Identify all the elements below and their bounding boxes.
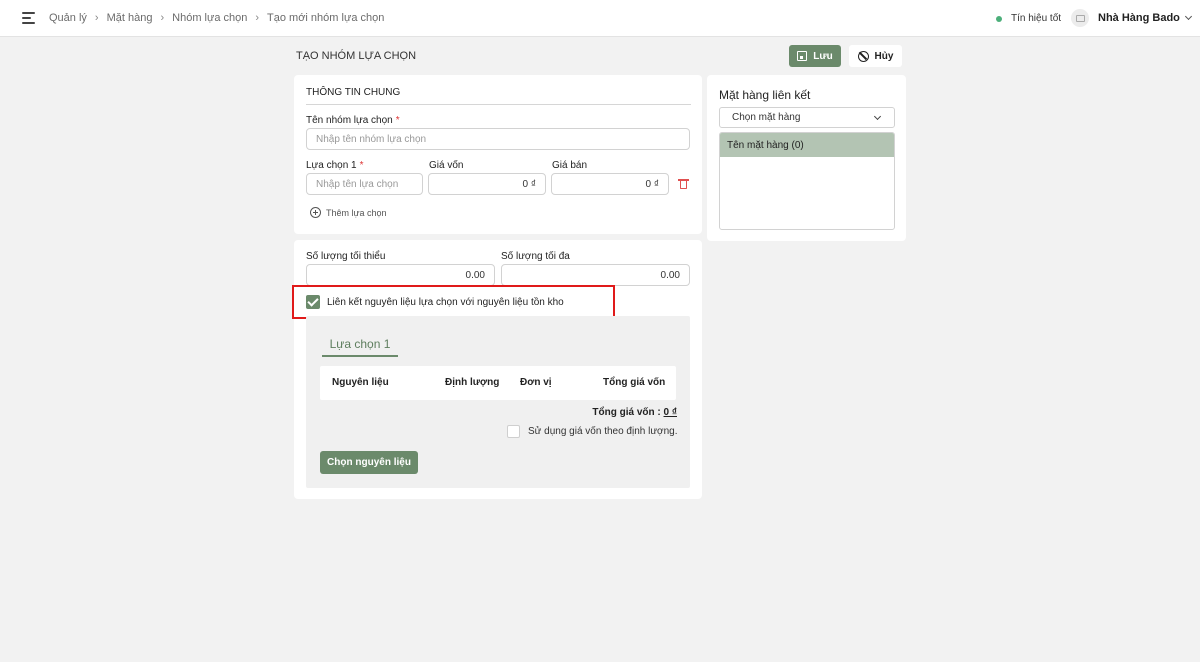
breadcrumb-item-management[interactable]: Quản lý: [49, 12, 87, 24]
option-label: Lựa chọn 1 *: [306, 160, 364, 171]
save-icon: [797, 51, 808, 61]
option-name-input[interactable]: Nhập tên lựa chọn: [306, 173, 423, 195]
use-cost-label[interactable]: Sử dụng giá vốn theo định lượng.: [528, 426, 678, 437]
quantity-card: Số lượng tối thiểu Số lượng tối đa 0.00 …: [292, 240, 702, 499]
group-name-input[interactable]: Nhập tên nhóm lựa chọn: [306, 128, 690, 150]
linked-item-select-value: Chọn mặt hàng: [732, 112, 801, 123]
save-button[interactable]: Lưu: [789, 45, 841, 67]
cancel-icon: [857, 50, 869, 62]
price-input[interactable]: 0 ₫: [551, 173, 669, 195]
max-quantity-input[interactable]: 0.00: [501, 264, 690, 286]
cost-label: Giá vốn: [429, 160, 464, 171]
choose-ingredient-button[interactable]: Chọn nguyên liệu: [320, 451, 418, 474]
ingredients-table-header: Nguyên liệu Định lượng Đơn vị Tổng giá v…: [320, 366, 676, 400]
breadcrumb-item-current: Tạo mới nhóm lựa chọn: [267, 12, 385, 24]
breadcrumb-item-items[interactable]: Mặt hàng: [107, 12, 153, 24]
general-info-card: THÔNG TIN CHUNG Tên nhóm lựa chọn * Nhập …: [294, 75, 702, 234]
plus-circle-icon: [310, 207, 321, 218]
cancel-button-label: Hủy: [874, 50, 894, 62]
min-quantity-input[interactable]: 0.00: [306, 264, 495, 286]
breadcrumb: Quản lý › Mặt hàng › Nhóm lựa chọn › Tạo…: [49, 12, 384, 24]
cancel-button[interactable]: Hủy: [849, 45, 902, 67]
connection-status-text: Tín hiệu tốt: [1011, 13, 1062, 24]
link-ingredients-label[interactable]: Liên kết nguyên liệu lựa chọn với nguyên…: [327, 297, 564, 308]
chevron-down-icon: [1184, 12, 1192, 21]
total-cost-value: 0 ₫: [663, 407, 677, 418]
price-value: 0 ₫: [645, 178, 659, 190]
column-header-quantity: Định lượng: [445, 377, 500, 388]
ingredients-panel: Lựa chọn 1 Nguyên liệu Định lượng Đơn vị…: [306, 316, 690, 488]
chevron-down-icon: [873, 112, 882, 121]
cost-value: 0 ₫: [522, 178, 536, 190]
store-icon: [1075, 14, 1085, 22]
restaurant-avatar: [1071, 9, 1089, 27]
option-label-text: Lựa chọn 1: [306, 160, 357, 171]
use-cost-row: Sử dụng giá vốn theo định lượng.: [507, 425, 678, 438]
chevron-right-icon: ›: [255, 12, 260, 24]
column-header-ingredient: Nguyên liệu: [332, 377, 389, 388]
linked-item-select[interactable]: Chọn mặt hàng: [719, 107, 895, 128]
restaurant-name: Nhà Hàng Bado: [1098, 12, 1180, 24]
group-name-placeholder: Nhập tên nhóm lựa chọn: [316, 133, 427, 145]
price-label: Giá bán: [552, 160, 588, 171]
chevron-right-icon: ›: [94, 12, 99, 24]
tab-option-1[interactable]: Lựa chọn 1: [322, 337, 398, 357]
linked-items-list-header: Tên mặt hàng (0): [720, 133, 894, 157]
min-quantity-label: Số lượng tối thiểu: [306, 251, 386, 262]
section-title: THÔNG TIN CHUNG: [306, 87, 401, 98]
group-name-label-text: Tên nhóm lựa chọn: [306, 115, 393, 126]
group-name-label: Tên nhóm lựa chọn *: [306, 115, 400, 126]
chevron-right-icon: ›: [160, 12, 165, 24]
column-header-unit: Đơn vị: [520, 377, 552, 388]
cost-input[interactable]: 0 ₫: [428, 173, 546, 195]
top-bar: Quản lý › Mặt hàng › Nhóm lựa chọn › Tạo…: [0, 0, 1200, 37]
max-quantity-label: Số lượng tối đa: [501, 251, 570, 262]
option-name-placeholder: Nhập tên lựa chọn: [316, 178, 399, 190]
add-option-button[interactable]: Thêm lựa chọn: [310, 207, 387, 218]
link-ingredients-row: Liên kết nguyên liệu lựa chọn với nguyên…: [306, 295, 564, 309]
required-mark: *: [395, 115, 400, 126]
linked-items-title: Mặt hàng liên kết: [719, 88, 811, 102]
add-option-label: Thêm lựa chọn: [326, 207, 387, 218]
min-quantity-value: 0.00: [465, 269, 485, 281]
link-ingredients-checkbox[interactable]: [306, 295, 320, 309]
page-title: TẠO NHÓM LỰA CHỌN: [296, 50, 417, 62]
breadcrumb-item-option-groups[interactable]: Nhóm lựa chọn: [172, 12, 247, 24]
status-dot-icon: [996, 15, 1002, 22]
divider: [306, 104, 691, 105]
connection-status: Tín hiệu tốt: [996, 13, 1061, 24]
trash-icon[interactable]: [678, 179, 689, 189]
column-header-total-cost: Tổng giá vốn: [603, 377, 666, 388]
total-cost: Tổng giá vốn : 0 ₫: [592, 407, 677, 418]
linked-items-card: Mặt hàng liên kết Chọn mặt hàng Tên mặt …: [707, 75, 906, 241]
linked-items-list: Tên mặt hàng (0): [719, 132, 895, 230]
save-button-label: Lưu: [813, 50, 833, 62]
restaurant-switcher[interactable]: Nhà Hàng Bado: [1071, 9, 1192, 27]
menu-icon[interactable]: [22, 12, 35, 24]
max-quantity-value: 0.00: [660, 269, 680, 281]
use-cost-checkbox[interactable]: [507, 425, 520, 438]
total-cost-label: Tổng giá vốn :: [592, 407, 661, 418]
required-mark: *: [359, 160, 364, 171]
